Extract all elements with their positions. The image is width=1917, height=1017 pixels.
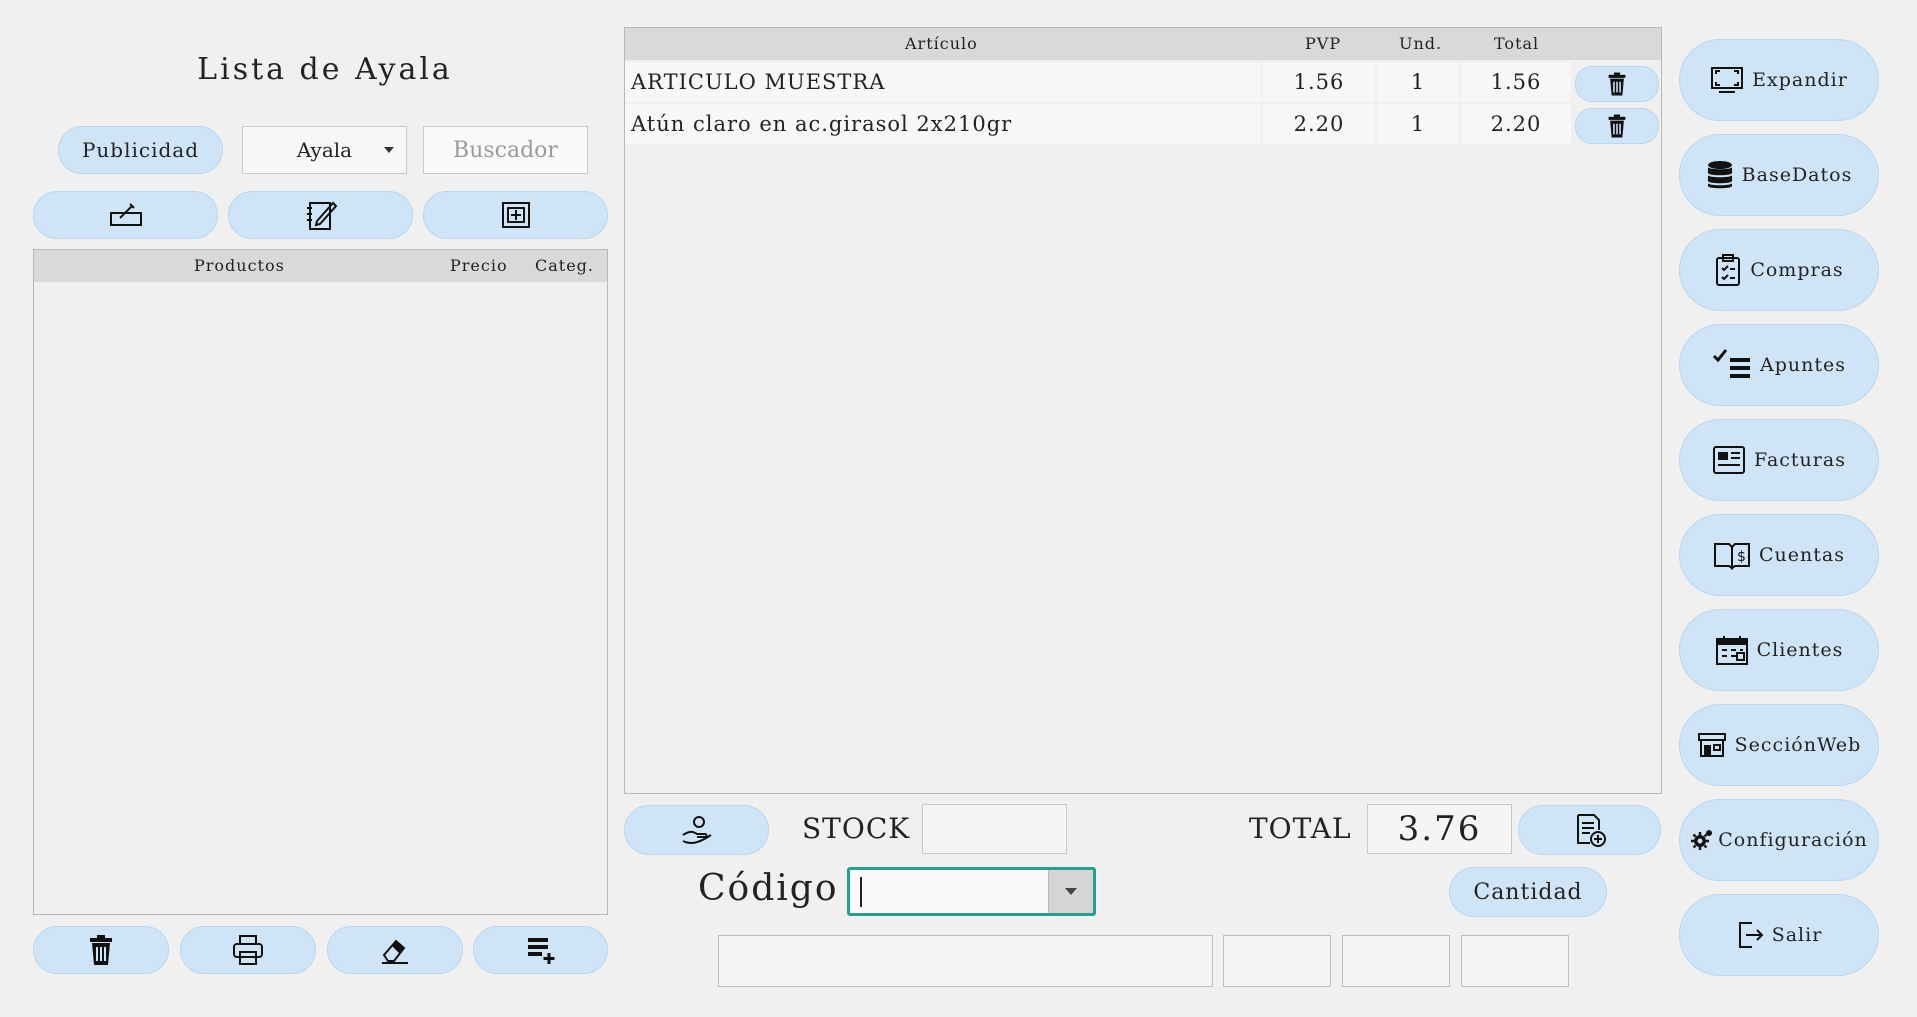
- print-button[interactable]: [180, 926, 316, 974]
- nav-clientes-button[interactable]: Clientes: [1679, 609, 1879, 691]
- gears-icon: [1691, 830, 1713, 850]
- delete-row-button[interactable]: [1575, 66, 1659, 102]
- publicidad-button[interactable]: Publicidad: [58, 126, 223, 174]
- price-field[interactable]: [1223, 935, 1331, 987]
- cantidad-button[interactable]: Cantidad: [1449, 867, 1607, 917]
- caret-down-icon: [384, 147, 394, 153]
- nav-seccionweb-button[interactable]: SecciónWeb: [1679, 704, 1879, 786]
- invoice-add-icon: [1576, 814, 1606, 847]
- nav-cuentas-button[interactable]: $ Cuentas: [1679, 514, 1879, 596]
- list-selector-value: Ayala: [296, 138, 353, 162]
- eraser-icon: [382, 939, 408, 964]
- exit-icon: [1738, 922, 1764, 948]
- cantidad-label: Cantidad: [1473, 879, 1583, 905]
- nav-label: Cuentas: [1759, 544, 1845, 566]
- monitor-expand-icon: [1711, 67, 1744, 93]
- nav-label: SecciónWeb: [1734, 734, 1862, 756]
- nav-label: Clientes: [1756, 639, 1844, 661]
- trash-icon: [1608, 114, 1626, 138]
- eraser-button[interactable]: [327, 926, 463, 974]
- page-title: Lista de Ayala: [197, 52, 453, 87]
- line-total-field[interactable]: [1461, 935, 1569, 987]
- nav-label: Compras: [1750, 259, 1844, 281]
- codigo-label: Código: [698, 868, 839, 909]
- text-cursor: [860, 877, 862, 907]
- clipboard-checklist-icon: [1716, 254, 1741, 286]
- nav-compras-button[interactable]: Compras: [1679, 229, 1879, 311]
- checklist-icon: [1712, 349, 1750, 378]
- codigo-combobox[interactable]: [847, 867, 1096, 916]
- search-input[interactable]: [423, 126, 588, 174]
- nav-basedatos-button[interactable]: BaseDatos: [1679, 134, 1879, 216]
- cart-table: Artículo PVP Und. Total ARTICULO MUESTRA…: [624, 27, 1662, 794]
- nav-label: Apuntes: [1760, 354, 1846, 376]
- delete-row-button[interactable]: [1575, 108, 1659, 144]
- column-header-precio[interactable]: Precio: [450, 256, 508, 275]
- nav-facturas-button[interactable]: Facturas: [1679, 419, 1879, 501]
- trash-icon: [1608, 72, 1626, 96]
- invoice-icon: [1713, 446, 1746, 474]
- total-value: 3.76: [1367, 804, 1512, 854]
- notebook-edit-button[interactable]: [228, 191, 413, 239]
- storefront-icon: [1697, 733, 1726, 757]
- units-field[interactable]: [1342, 935, 1450, 987]
- notebook-edit-icon: [306, 201, 337, 230]
- column-header-categ[interactable]: Categ.: [535, 256, 594, 275]
- nav-label: Configuración: [1718, 829, 1868, 851]
- cell-und: 1: [1377, 104, 1459, 144]
- stock-label: STOCK: [802, 812, 911, 845]
- svg-text:$: $: [1737, 549, 1746, 565]
- publicidad-label: Publicidad: [81, 138, 200, 162]
- cell-pvp: 1.56: [1263, 62, 1375, 102]
- calendar-icon: [1715, 636, 1748, 665]
- products-table-header: Productos Precio Categ.: [34, 250, 607, 282]
- edit-sign-icon: [109, 203, 142, 226]
- cell-pvp: 2.20: [1263, 104, 1375, 144]
- column-header-pvp[interactable]: PVP: [1305, 34, 1341, 53]
- cell-articulo: ARTICULO MUESTRA: [625, 62, 1261, 102]
- cell-total: 2.20: [1461, 104, 1571, 144]
- book-dollar-icon: $: [1714, 543, 1751, 570]
- description-field[interactable]: [718, 935, 1213, 987]
- products-table: Productos Precio Categ.: [33, 249, 608, 915]
- cell-total: 1.56: [1461, 62, 1571, 102]
- column-header-productos[interactable]: Productos: [194, 256, 285, 275]
- hand-coin-icon: [681, 816, 712, 844]
- nav-label: Facturas: [1754, 449, 1846, 471]
- nav-label: Expandir: [1752, 69, 1848, 91]
- add-invoice-button[interactable]: [1518, 805, 1661, 855]
- column-header-articulo[interactable]: Artículo: [905, 34, 978, 53]
- cell-und: 1: [1377, 62, 1459, 102]
- hand-coin-button[interactable]: [624, 805, 769, 855]
- nav-expandir-button[interactable]: Expandir: [1679, 39, 1879, 121]
- stock-field: [922, 804, 1067, 854]
- add-box-icon: [501, 202, 530, 228]
- column-header-total[interactable]: Total: [1494, 34, 1539, 53]
- column-header-und[interactable]: Und.: [1399, 34, 1442, 53]
- table-row[interactable]: Atún claro en ac.girasol 2x210gr 2.20 1 …: [625, 104, 1661, 146]
- trash-icon: [90, 935, 112, 965]
- cart-table-header: Artículo PVP Und. Total: [625, 28, 1661, 60]
- printer-icon: [233, 935, 263, 965]
- nav-apuntes-button[interactable]: Apuntes: [1679, 324, 1879, 406]
- nav-salir-button[interactable]: Salir: [1679, 894, 1879, 976]
- list-add-icon: [527, 938, 554, 964]
- dropdown-arrow-icon[interactable]: [1048, 870, 1093, 913]
- total-label: TOTAL: [1249, 812, 1352, 845]
- edit-sign-button[interactable]: [33, 191, 218, 239]
- database-icon: [1707, 161, 1732, 189]
- nav-label: Salir: [1771, 924, 1823, 946]
- cell-articulo: Atún claro en ac.girasol 2x210gr: [625, 104, 1261, 144]
- add-box-button[interactable]: [423, 191, 608, 239]
- delete-list-button[interactable]: [33, 926, 169, 974]
- list-selector[interactable]: Ayala: [242, 126, 407, 174]
- nav-label: BaseDatos: [1741, 164, 1853, 186]
- table-row[interactable]: ARTICULO MUESTRA 1.56 1 1.56: [625, 62, 1661, 104]
- nav-configuracion-button[interactable]: Configuración: [1679, 799, 1879, 881]
- list-add-button[interactable]: [473, 926, 608, 974]
